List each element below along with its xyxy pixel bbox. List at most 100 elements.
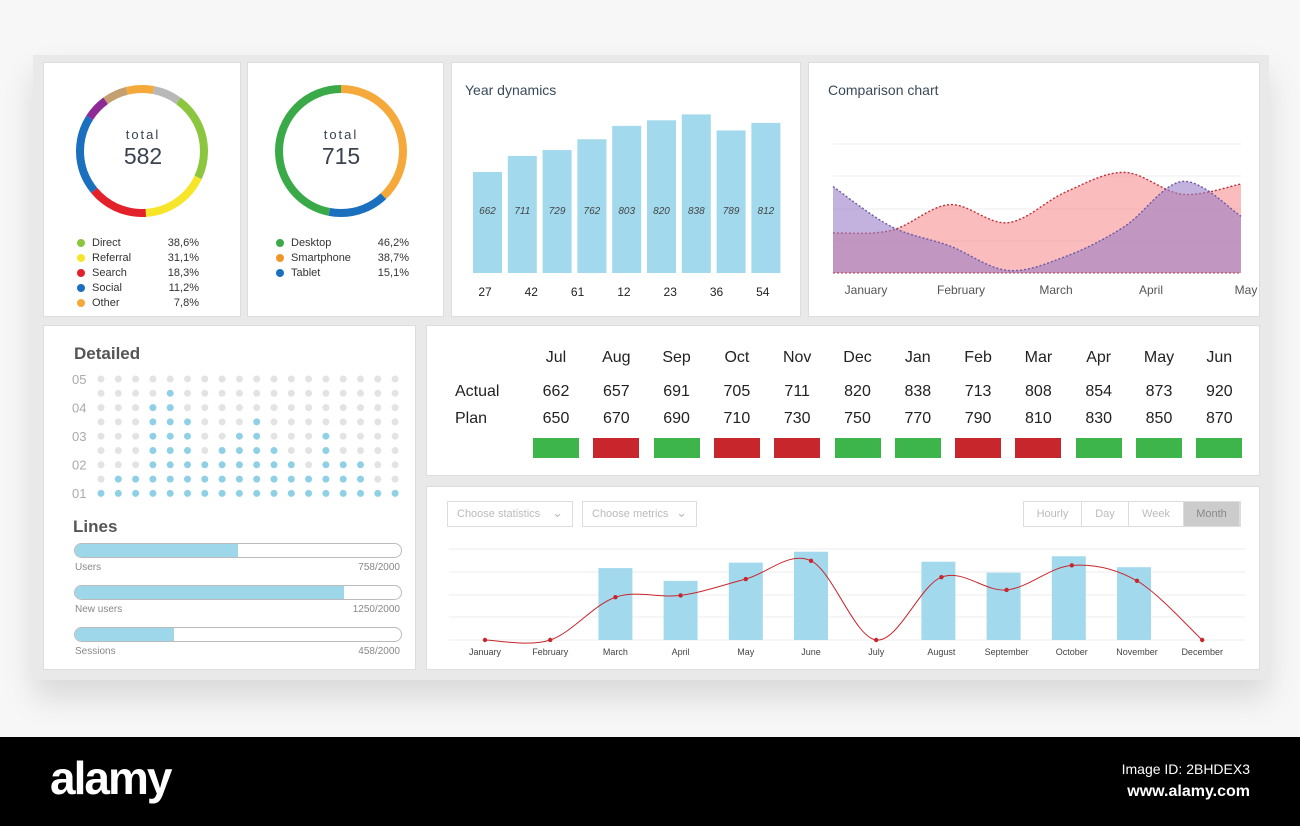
dot-inactive	[357, 432, 364, 440]
trend-point	[548, 637, 553, 643]
dot-active	[287, 489, 295, 497]
dot-inactive	[114, 447, 122, 454]
x-tick-label: 12	[617, 285, 631, 299]
dot-inactive	[97, 404, 105, 412]
dot-active	[391, 489, 399, 497]
dot-inactive	[322, 389, 330, 397]
device-legend: Desktop 46,2% Smartphone 38,7% Tablet 15,1%	[276, 235, 409, 280]
progress-value: 758/2000	[358, 562, 400, 573]
legend-label: Social	[92, 281, 122, 294]
actual-value: 808	[1025, 383, 1052, 400]
plan-value: 730	[783, 410, 811, 427]
actual-value: 691	[663, 383, 690, 400]
x-tick-label: 36	[710, 285, 724, 299]
dot-inactive	[201, 418, 209, 426]
month-bar	[794, 551, 828, 640]
month-bar	[986, 572, 1021, 640]
dot-active	[253, 461, 261, 469]
statistics-card: Choose statistics ⌄ Choose metrics ⌄ Hourl…	[426, 486, 1260, 670]
status-indicator-good	[1075, 438, 1122, 458]
month-bar	[663, 580, 698, 640]
dot-active	[253, 432, 261, 440]
dot-active	[149, 432, 157, 440]
status-indicator-good	[1196, 438, 1243, 458]
trend-line	[484, 557, 1203, 644]
dot-inactive	[374, 404, 382, 412]
dot-active	[149, 461, 157, 469]
bar-value-label: 662	[479, 206, 496, 217]
plan-value: 770	[904, 410, 932, 427]
year-bar	[647, 120, 676, 273]
month-header: Mar	[1024, 349, 1053, 366]
x-tick-label: August	[927, 647, 956, 657]
dot-inactive	[132, 447, 140, 454]
dot-inactive	[287, 389, 295, 397]
dot-inactive	[218, 389, 226, 397]
dot-inactive	[391, 447, 399, 454]
dot-inactive	[374, 418, 382, 426]
progress-fill	[75, 586, 344, 599]
actual-plan-table: Actual Plan Jul 662 650 Aug 657 670 Sep 691 690 O…	[426, 325, 1260, 476]
legend-item: Tablet 15,1%	[276, 265, 409, 280]
dot-active	[235, 475, 243, 483]
legend-item: Smartphone 38,7%	[276, 250, 409, 265]
actual-value: 657	[602, 383, 630, 400]
dot-inactive	[305, 375, 313, 383]
dot-active	[357, 475, 364, 483]
month-bar	[598, 568, 633, 640]
dot-inactive	[270, 375, 278, 383]
x-tick-label: 23	[664, 285, 678, 299]
plan-value: 870	[1205, 410, 1233, 427]
donut-total: 582	[123, 143, 163, 169]
dot-active	[149, 475, 157, 483]
monthly-chart: January February March April May June July Augu…	[449, 548, 1245, 657]
dot-inactive	[132, 461, 140, 469]
actual-value: 705	[723, 383, 751, 400]
dot-inactive	[339, 389, 347, 397]
dot-active	[114, 475, 122, 483]
dot-inactive	[97, 389, 105, 397]
trend-point	[1134, 578, 1140, 584]
dot-active	[322, 475, 330, 483]
status-indicator-good	[1136, 438, 1182, 458]
donut-label: total	[323, 127, 359, 142]
dot-inactive	[391, 475, 399, 483]
x-tick-label: June	[801, 647, 821, 657]
status-indicator-bad	[774, 438, 821, 458]
x-tick-label: February	[532, 647, 569, 657]
dot-inactive	[114, 375, 122, 383]
progress-label: New users	[75, 604, 123, 615]
month-header: Feb	[964, 349, 992, 366]
x-tick-label: October	[1056, 647, 1088, 657]
year-dynamics-chart: 662 711 729 762 803 820 838 789 812 27 42 61 12 23 36 5…	[473, 114, 781, 299]
progress-bar-sessions	[74, 627, 402, 642]
dot-active	[201, 461, 209, 469]
dot-active	[235, 461, 243, 469]
device-card: total 715 Desktop 46,2% Smartphone 38,7% Tab…	[247, 62, 444, 317]
dot-inactive	[114, 389, 122, 397]
y-tick-label: 01	[72, 486, 86, 501]
actual-value: 873	[1145, 383, 1173, 400]
year-dynamics-card: Year dynamics 662 711 729 762 803 820 838 789 81…	[451, 62, 801, 317]
dot-inactive	[270, 432, 278, 440]
dot-inactive	[305, 418, 313, 426]
dot-active	[270, 461, 278, 469]
dot-active	[166, 389, 174, 397]
dot-active	[218, 461, 226, 469]
legend-dot-icon	[77, 298, 85, 307]
dot-inactive	[287, 418, 295, 426]
dot-active	[184, 461, 191, 469]
x-tick-label: 27	[478, 285, 492, 299]
dot-active	[132, 475, 140, 483]
actual-value: 711	[784, 383, 810, 400]
month-bar	[921, 561, 956, 640]
dot-active	[184, 447, 191, 454]
x-tick-label: March	[603, 647, 628, 657]
progress-label: Sessions	[75, 646, 116, 657]
image-id: Image ID: 2BHDEX3	[1121, 761, 1250, 777]
dot-inactive	[339, 375, 347, 383]
x-tick-label: May	[737, 647, 755, 657]
dot-active	[305, 475, 313, 483]
dot-inactive	[374, 447, 382, 454]
y-tick-label: 05	[72, 372, 86, 387]
